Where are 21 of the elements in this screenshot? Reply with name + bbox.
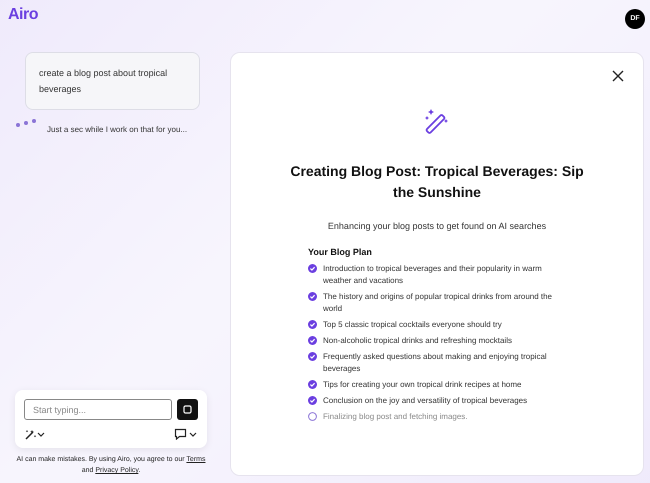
- chat-mode-menu-button[interactable]: [174, 428, 198, 440]
- plan-item-text: Conclusion on the joy and versatility of tropical beverages: [323, 395, 528, 407]
- plan-item-text: Non-alcoholic tropical drinks and refreshing mocktails: [323, 335, 512, 347]
- logo[interactable]: Airo: [8, 4, 38, 26]
- panel-title: Creating Blog Post: Tropical Beverages: Sip the Sunshine: [289, 162, 585, 202]
- close-button[interactable]: [611, 69, 625, 83]
- user-message: create a blog post about tropical beverages: [25, 52, 200, 110]
- plan-item-text: Top 5 classic tropical cocktails everyone should try: [323, 319, 502, 331]
- plan-heading: Your Blog Plan: [308, 246, 373, 259]
- plan-item-text: Frequently asked questions about making and enjoying tropical beverages: [323, 351, 548, 375]
- stop-icon: [183, 405, 192, 414]
- plan-item-text: Introduction to tropical beverages and their popularity in warm weather and vacations: [323, 263, 543, 287]
- magic-wand-menu-button[interactable]: [24, 428, 46, 440]
- panel-subtitle: Enhancing your blog posts to get found on AI searches: [328, 220, 546, 233]
- plan-item-text: The history and origins of popular tropical drinks from around the world: [323, 291, 554, 315]
- message-input[interactable]: Start typing...: [24, 399, 172, 420]
- typing-indicator-icon: [15, 118, 39, 128]
- status-message: Just a sec while I work on that for you...: [47, 124, 188, 136]
- stop-button[interactable]: [177, 399, 198, 420]
- plan-item-text: Finalizing blog post and fetching images.: [323, 411, 468, 423]
- plan-item-text: Tips for creating your own tropical drink recipes at home: [323, 379, 522, 391]
